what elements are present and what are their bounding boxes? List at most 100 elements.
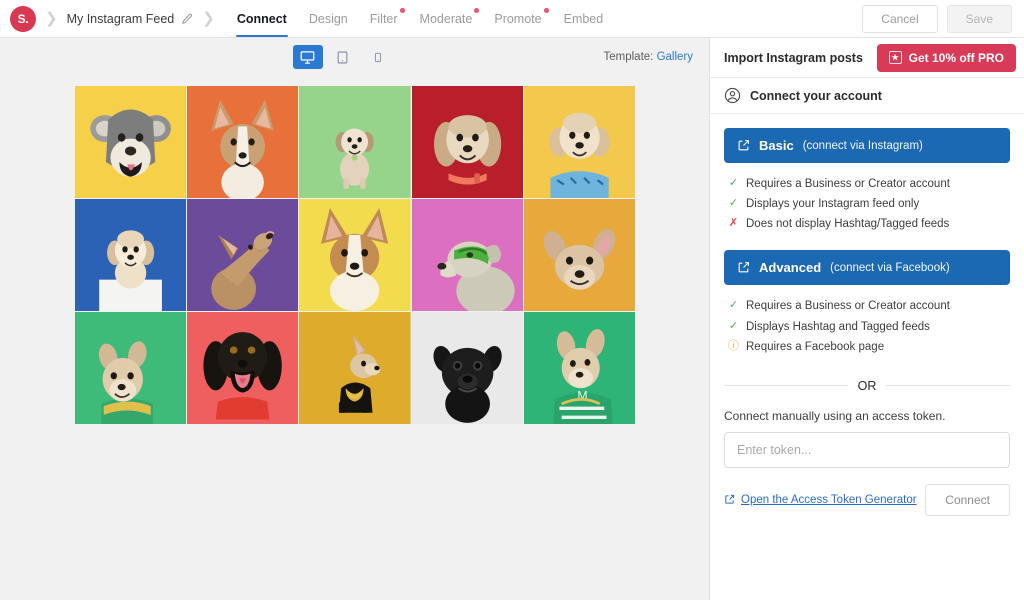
tab-promote-label: Promote [494, 11, 542, 26]
connect-account-section-header: Connect your account [710, 78, 1024, 114]
tab-connect-label: Connect [236, 11, 287, 26]
feed-item[interactable] [411, 199, 523, 311]
basic-method-name: Basic [759, 138, 794, 153]
panel-header: Import Instagram posts ★ Get 10% off PRO [710, 38, 1024, 78]
tablet-icon[interactable] [328, 45, 358, 69]
pencil-icon[interactable] [181, 13, 193, 25]
feature-text: Displays your Instagram feed only [746, 198, 920, 211]
cancel-button[interactable]: Cancel [862, 4, 938, 33]
or-divider: OR [724, 379, 1010, 393]
feed-item[interactable]: M [523, 312, 635, 424]
check-icon: ✓ [728, 177, 739, 189]
divider-line-right [886, 385, 1010, 387]
template-selector: Template: Gallery [604, 51, 694, 63]
feature-text: Requires a Business or Creator account [746, 300, 950, 313]
feed-item[interactable] [411, 312, 523, 424]
tab-promote[interactable]: Promote [483, 0, 552, 37]
star-badge-icon: ★ [888, 51, 902, 64]
token-actions-row: Open the Access Token Generator Connect [724, 483, 1010, 516]
feature-text: Does not display Hashtag/Tagged feeds [746, 218, 950, 231]
feature-item: ⓘ Requires a Facebook page [728, 337, 1006, 357]
tab-filter-badge-dot [399, 8, 405, 13]
save-button[interactable]: Save [946, 4, 1012, 33]
advanced-method-subtitle: (connect via Facebook) [830, 261, 950, 274]
feature-item: ✗ Does not display Hashtag/Tagged feeds [728, 214, 1006, 234]
or-label: OR [857, 378, 877, 393]
feed-item[interactable] [187, 86, 299, 198]
basic-feature-list: ✓ Requires a Business or Creator account… [724, 163, 1010, 250]
top-bar-actions: Cancel Save [862, 4, 1012, 33]
feed-item[interactable] [299, 199, 411, 311]
generator-link-text: Open the Access Token Generator [741, 493, 917, 506]
tab-moderate-label: Moderate [419, 11, 473, 26]
tab-moderate-badge-dot [474, 8, 480, 13]
feed-item[interactable] [411, 86, 523, 198]
desktop-icon[interactable] [292, 45, 323, 69]
tab-promote-badge-dot [543, 8, 549, 13]
feed-item[interactable] [75, 86, 187, 198]
feed-item[interactable] [75, 312, 187, 424]
breadcrumb: My Instagram Feed [67, 12, 194, 26]
connect-token-button[interactable]: Connect [925, 483, 1010, 516]
feed-item[interactable] [523, 199, 635, 311]
feed-grid-wrapper: M [0, 76, 709, 424]
feed-item[interactable] [523, 86, 635, 198]
connect-advanced-button[interactable]: Advanced (connect via Facebook) [724, 250, 1010, 286]
tab-filter[interactable]: Filter [359, 0, 409, 37]
feed-item[interactable] [187, 199, 299, 311]
mobile-icon[interactable] [363, 45, 393, 69]
external-link-icon [724, 494, 735, 505]
tab-design-label: Design [308, 11, 348, 26]
tab-design[interactable]: Design [298, 0, 359, 37]
tab-connect[interactable]: Connect [226, 0, 298, 37]
user-circle-icon [724, 87, 741, 104]
access-token-generator-link[interactable]: Open the Access Token Generator [724, 494, 917, 506]
canvas-toolbar: Template: Gallery [0, 38, 709, 76]
preview-canvas: Template: Gallery M [0, 38, 709, 600]
panel-title: Import Instagram posts [724, 50, 863, 65]
basic-method-subtitle: (connect via Instagram) [802, 139, 923, 152]
feed-item[interactable] [299, 312, 411, 424]
main-body: Template: Gallery M Import Instagram pos… [0, 38, 1024, 600]
divider-line-left [724, 385, 848, 387]
feed-item[interactable] [187, 312, 299, 424]
feature-item: ✓ Displays your Instagram feed only [728, 194, 1006, 214]
breadcrumb-separator-icon: ❯ [45, 10, 58, 27]
feature-text: Displays Hashtag and Tagged feeds [746, 320, 930, 333]
feature-item: ✓ Displays Hashtag and Tagged feeds [728, 317, 1006, 337]
check-icon: ✓ [728, 197, 739, 210]
check-icon: ✓ [728, 319, 739, 332]
device-switcher [292, 45, 393, 69]
check-icon: ✓ [728, 299, 739, 312]
advanced-feature-list: ✓ Requires a Business or Creator account… [724, 285, 1010, 372]
template-value-link[interactable]: Gallery [657, 51, 693, 63]
feature-item: ✓ Requires a Business or Creator account [728, 296, 1006, 316]
tab-bar: Connect Design Filter Moderate Promote E… [226, 0, 614, 37]
app-logo[interactable]: S. [10, 5, 36, 32]
tab-embed[interactable]: Embed [553, 0, 615, 37]
feed-grid: M [75, 86, 635, 424]
feed-item[interactable] [75, 199, 187, 311]
connect-basic-button[interactable]: Basic (connect via Instagram) [724, 128, 1010, 163]
app-logo-text: S. [17, 11, 29, 26]
cross-icon: ✗ [728, 217, 739, 230]
feature-item: ✓ Requires a Business or Creator account [728, 174, 1006, 194]
external-link-icon [737, 139, 750, 152]
external-link-icon [737, 261, 750, 274]
get-pro-label: Get 10% off PRO [908, 50, 1004, 65]
top-bar: S. ❯ My Instagram Feed ❯ Connect Design … [0, 0, 1024, 38]
breadcrumb-separator-icon-2: ❯ [202, 10, 215, 27]
feed-item[interactable] [299, 86, 411, 198]
feed-name-label[interactable]: My Instagram Feed [67, 12, 175, 26]
manual-connect-label: Connect manually using an access token. [724, 408, 946, 423]
tab-embed-label: Embed [563, 11, 604, 26]
connect-account-title: Connect your account [750, 88, 882, 103]
feature-text: Requires a Business or Creator account [746, 178, 950, 190]
app-root: S. ❯ My Instagram Feed ❯ Connect Design … [0, 0, 1024, 600]
access-token-input[interactable] [724, 431, 1010, 468]
panel-body: Basic (connect via Instagram) ✓ Requires… [710, 114, 1024, 516]
tab-moderate[interactable]: Moderate [409, 0, 484, 37]
template-label-text: Template: [603, 51, 654, 63]
info-warning-icon: ⓘ [728, 339, 739, 352]
get-pro-button[interactable]: ★ Get 10% off PRO [876, 43, 1016, 72]
